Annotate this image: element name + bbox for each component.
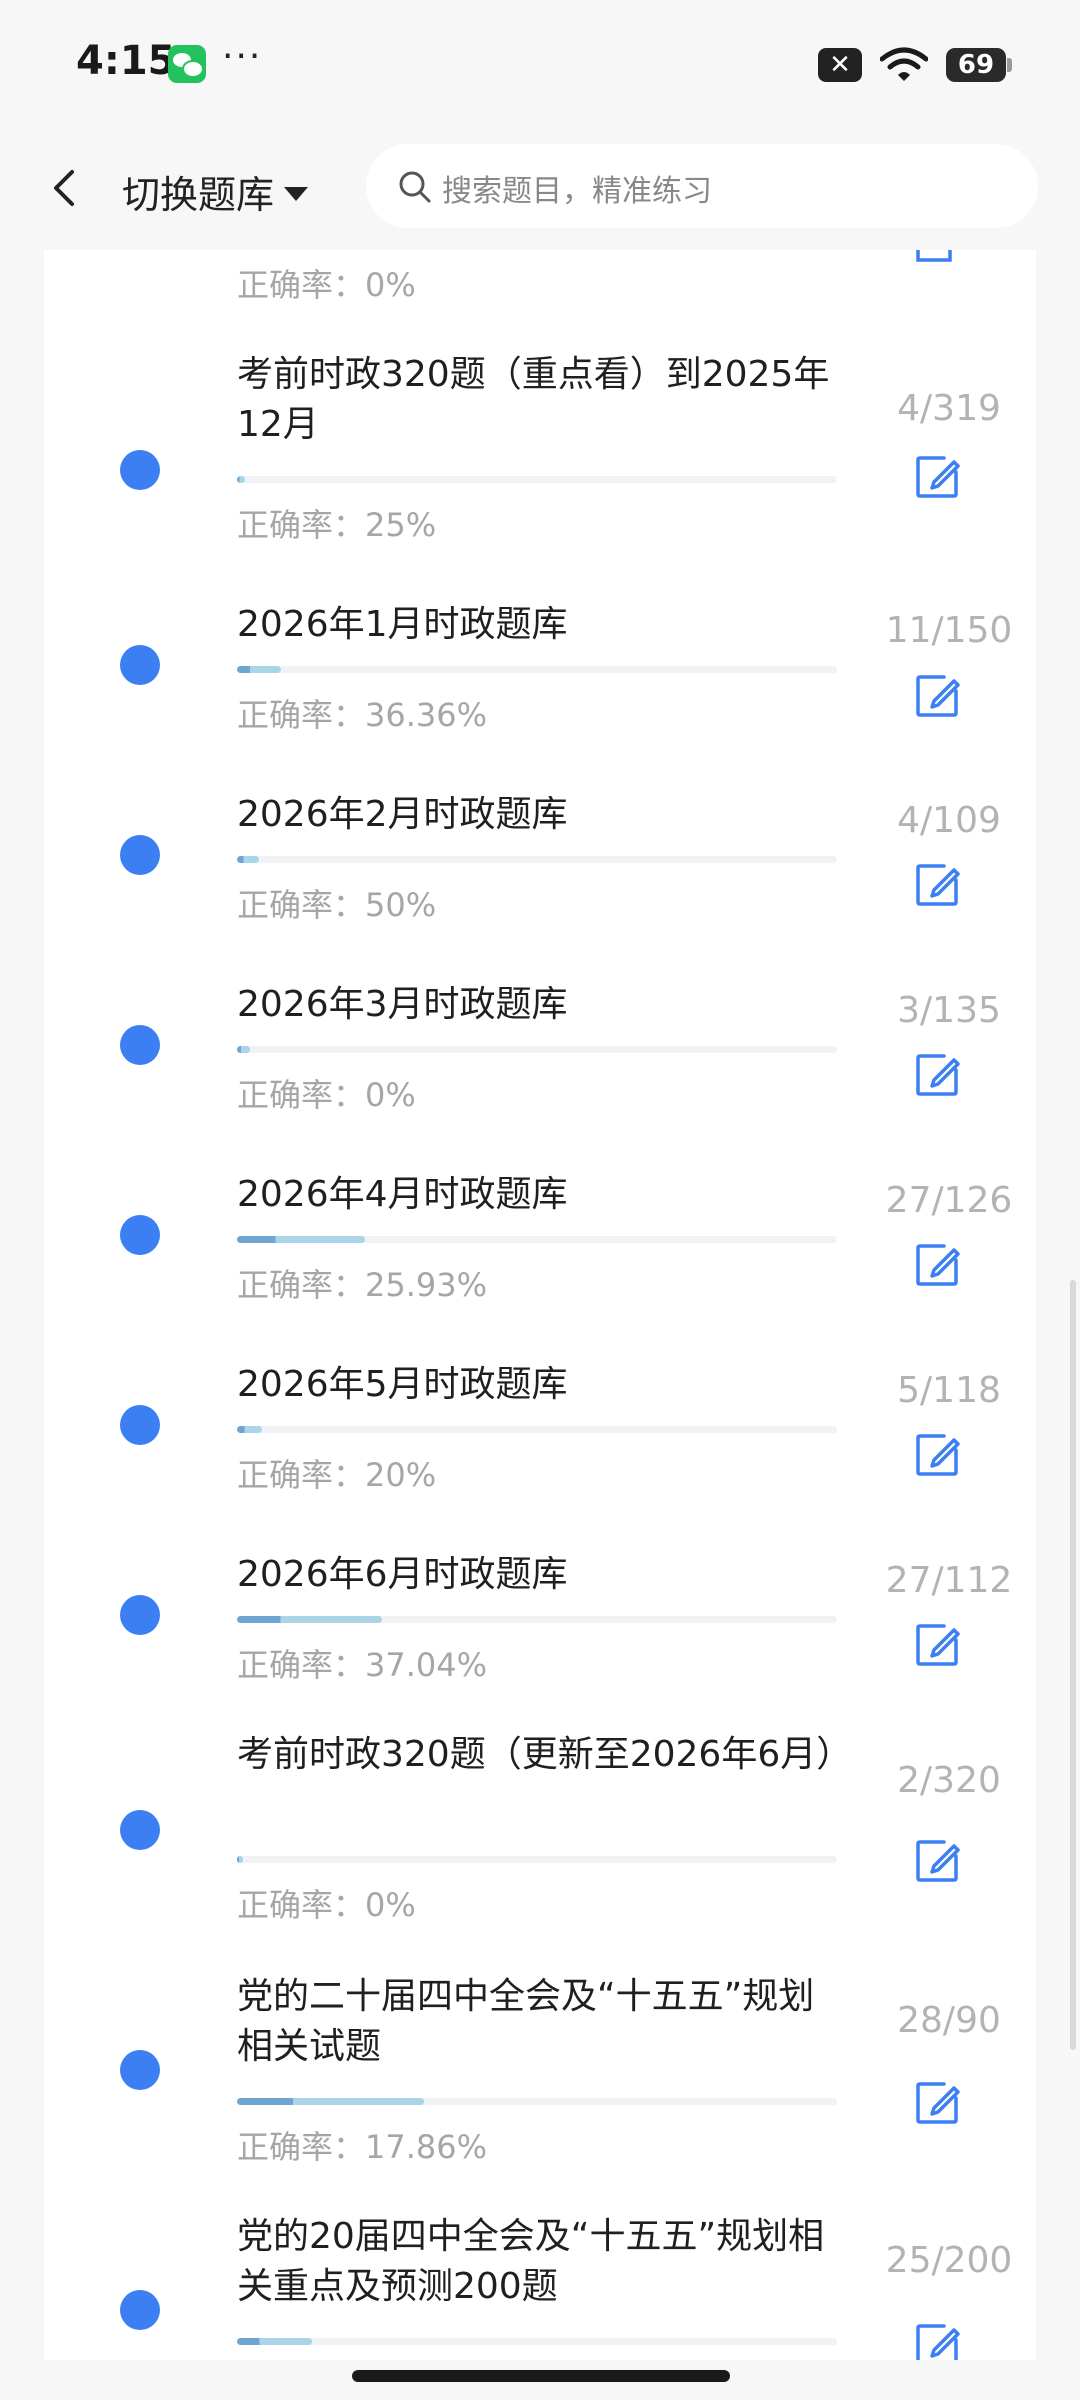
item-title: 2026年5月时政题库	[237, 1364, 568, 1405]
accuracy-text: 正确率：25%	[237, 506, 437, 544]
status-indicators: ✕ 69	[818, 44, 1012, 86]
notification-x-icon: ✕	[818, 48, 862, 82]
search-icon	[399, 171, 431, 203]
progress-fill	[237, 1046, 250, 1053]
switch-bank-dropdown[interactable]: 切换题库	[122, 164, 309, 219]
battery-icon: 69	[946, 48, 1012, 82]
edit-icon[interactable]	[914, 673, 960, 719]
status-dot-icon	[120, 645, 160, 685]
status-dot-icon	[120, 1810, 160, 1850]
progress-bar	[237, 856, 837, 863]
progress-fill	[237, 2338, 312, 2345]
more-notifications-icon: ···	[222, 36, 263, 77]
progress-count: 3/135	[897, 990, 1001, 1031]
progress-fill	[237, 1856, 243, 1863]
status-dot-icon	[120, 1595, 160, 1635]
progress-count: 27/112	[885, 1560, 1013, 1601]
progress-fill	[237, 1426, 262, 1433]
status-dot-icon	[120, 2290, 160, 2330]
progress-bar	[237, 2338, 837, 2345]
progress-count: 28/90	[897, 2000, 1001, 2041]
progress-fill	[237, 2098, 424, 2105]
edit-icon[interactable]	[914, 250, 954, 264]
wechat-icon	[168, 45, 206, 83]
progress-bar	[237, 1236, 837, 1243]
status-dot-icon	[120, 835, 160, 875]
progress-bar	[237, 1616, 837, 1623]
progress-fill	[237, 1236, 365, 1243]
search-input[interactable]: 搜索题目，精准练习	[366, 144, 1038, 228]
accuracy-text: 正确率：0%	[237, 266, 416, 304]
accuracy-text: 正确率：25.93%	[237, 1266, 488, 1304]
app-header: 切换题库 搜索题目，精准练习	[0, 128, 1080, 250]
progress-fill	[237, 856, 259, 863]
back-arrow-icon[interactable]	[44, 164, 88, 212]
progress-fill	[237, 476, 245, 483]
edit-icon[interactable]	[914, 454, 960, 500]
accuracy-text: 正确率：0%	[237, 1076, 416, 1114]
accuracy-text: 正确率：0%	[237, 1886, 416, 1924]
item-title: 2026年6月时政题库	[237, 1554, 568, 1595]
progress-count: 5/118	[897, 1370, 1001, 1411]
progress-count: 27/126	[885, 1180, 1013, 1221]
edit-icon[interactable]	[914, 1052, 960, 1098]
edit-icon[interactable]	[914, 1432, 960, 1478]
progress-bar	[237, 1046, 837, 1053]
progress-count: 2/320	[897, 1760, 1001, 1801]
status-dot-icon	[120, 2050, 160, 2090]
edit-icon[interactable]	[914, 1838, 960, 1884]
switch-bank-label: 切换题库	[122, 173, 275, 217]
accuracy-text: 正确率：20%	[237, 1456, 437, 1494]
item-title: 党的20届四中全会及“十五五”规划相关重点及预测200题	[237, 2216, 825, 2307]
question-bank-list: 正确率：0% 考前时政320题（重点看）到2025年12月正确率：25% 4/31…	[44, 250, 1036, 2360]
status-time: 4:15	[76, 38, 176, 84]
scrollbar[interactable]	[1070, 1280, 1076, 2050]
status-dot-icon	[120, 1215, 160, 1255]
home-indicator[interactable]	[352, 2370, 730, 2382]
item-title: 党的二十届四中全会及“十五五”规划相关试题	[237, 1976, 815, 2067]
item-title: 考前时政320题（重点看）到2025年12月	[237, 354, 830, 445]
edit-icon[interactable]	[914, 2322, 960, 2360]
caret-down-icon	[284, 186, 309, 201]
progress-count: 11/150	[885, 610, 1013, 651]
progress-bar	[237, 1426, 837, 1433]
status-dot-icon	[120, 450, 160, 490]
progress-bar	[237, 1856, 837, 1863]
accuracy-text: 正确率：17.86%	[237, 2128, 488, 2166]
item-title: 2026年2月时政题库	[237, 794, 568, 835]
progress-count: 25/200	[885, 2240, 1013, 2281]
item-title: 2026年3月时政题库	[237, 984, 568, 1025]
progress-bar	[237, 2098, 837, 2105]
item-title: 2026年1月时政题库	[237, 604, 568, 645]
edit-icon[interactable]	[914, 862, 960, 908]
progress-count: 4/109	[897, 800, 1001, 841]
status-dot-icon	[120, 1025, 160, 1065]
accuracy-text: 正确率：36.36%	[237, 696, 488, 734]
search-placeholder: 搜索题目，精准练习	[442, 174, 712, 209]
progress-fill	[237, 666, 281, 673]
edit-icon[interactable]	[914, 2080, 960, 2126]
wifi-icon	[880, 47, 928, 81]
status-dot-icon	[120, 1405, 160, 1445]
status-bar: 4:15 ··· ✕ 69	[0, 0, 1080, 128]
edit-icon[interactable]	[914, 1622, 960, 1668]
progress-bar	[237, 666, 837, 673]
progress-bar	[237, 476, 837, 483]
progress-fill	[237, 1616, 382, 1623]
edit-icon[interactable]	[914, 1242, 960, 1288]
item-title: 2026年4月时政题库	[237, 1174, 568, 1215]
item-title: 考前时政320题（更新至2026年6月）	[237, 1734, 853, 1775]
progress-count: 4/319	[897, 388, 1001, 429]
accuracy-text: 正确率：37.04%	[237, 1646, 488, 1684]
accuracy-text: 正确率：50%	[237, 886, 437, 924]
